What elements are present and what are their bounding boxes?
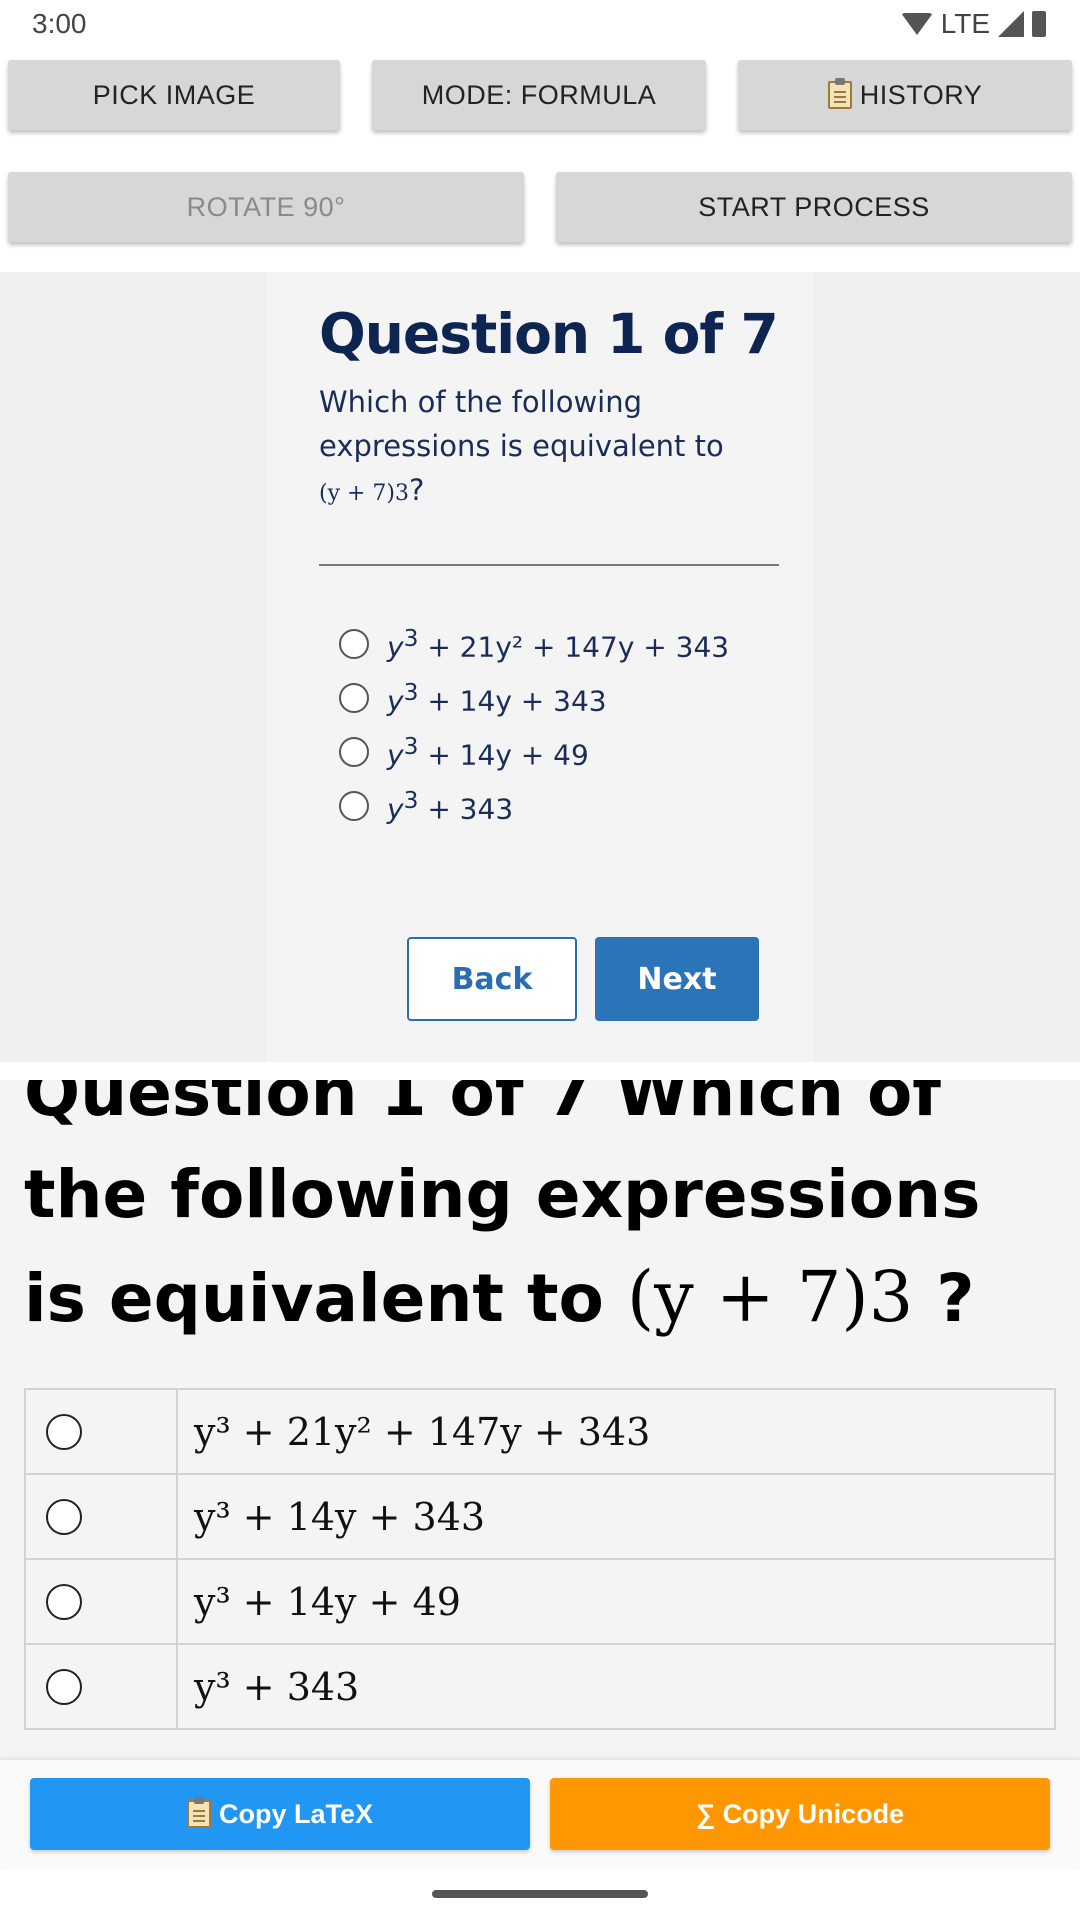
question-expression: (y + 7)3 bbox=[319, 481, 410, 506]
back-button[interactable]: Back bbox=[407, 937, 577, 1021]
rotate-button[interactable]: ROTATE 90° bbox=[8, 172, 524, 242]
network-type: LTE bbox=[940, 8, 990, 39]
table-row[interactable]: y³ + 14y + 49 bbox=[24, 1558, 1056, 1645]
result-expression: (y + 7)3 bbox=[626, 1256, 914, 1338]
question-text-body: Which of the following expressions is eq… bbox=[319, 385, 724, 463]
question-title: Question 1 of 7 bbox=[319, 302, 779, 366]
option-base: y bbox=[387, 684, 404, 718]
option-base: y bbox=[387, 630, 404, 664]
radio-icon[interactable] bbox=[46, 1668, 82, 1705]
bottom-action-bar: Copy LaTeX ∑ Copy Unicode bbox=[0, 1760, 1080, 1870]
clipboard-icon bbox=[827, 78, 852, 109]
pick-image-label: PICK IMAGE bbox=[92, 79, 256, 110]
status-icons: LTE bbox=[900, 8, 1046, 40]
preview-option[interactable]: y3 + 14y + 343 bbox=[339, 678, 607, 717]
navigation-handle[interactable] bbox=[432, 1890, 648, 1898]
option-expression: y³ + 14y + 49 bbox=[176, 1558, 1056, 1645]
preview-option[interactable]: y3 + 14y + 49 bbox=[339, 732, 589, 771]
radio-icon[interactable] bbox=[339, 790, 369, 821]
option-base: y bbox=[387, 792, 404, 826]
option-exp: 3 bbox=[403, 624, 419, 652]
copy-unicode-button[interactable]: ∑ Copy Unicode bbox=[550, 1778, 1050, 1850]
question-divider bbox=[319, 564, 779, 566]
wifi-icon bbox=[900, 13, 933, 35]
option-expression: y³ + 343 bbox=[176, 1643, 1056, 1730]
copy-unicode-label: ∑ Copy Unicode bbox=[695, 1798, 905, 1829]
table-row[interactable]: y³ + 343 bbox=[24, 1643, 1056, 1730]
preview-card: Question 1 of 7 Which of the following e… bbox=[267, 272, 813, 1062]
clipboard-icon bbox=[186, 1797, 211, 1828]
result-options-table: y³ + 21y² + 147y + 343 y³ + 14y + 343 y³… bbox=[24, 1388, 1056, 1730]
preview-option[interactable]: y3 + 21y² + 147y + 343 bbox=[339, 624, 729, 663]
copy-latex-button[interactable]: Copy LaTeX bbox=[30, 1778, 530, 1850]
mode-label: MODE: FORMULA bbox=[421, 79, 657, 110]
pick-image-button[interactable]: PICK IMAGE bbox=[8, 60, 340, 130]
preview-option[interactable]: y3 + 343 bbox=[339, 786, 513, 825]
radio-icon[interactable] bbox=[46, 1498, 82, 1535]
start-process-button[interactable]: START PROCESS bbox=[556, 172, 1072, 242]
radio-icon[interactable] bbox=[46, 1583, 82, 1620]
mode-button[interactable]: MODE: FORMULA bbox=[372, 60, 706, 130]
next-button[interactable]: Next bbox=[595, 937, 759, 1021]
option-text: y3 + 21y² + 147y + 343 bbox=[387, 624, 729, 663]
radio-cell bbox=[24, 1643, 178, 1730]
radio-cell bbox=[24, 1473, 178, 1560]
option-exp: 3 bbox=[403, 732, 419, 760]
signal-icon bbox=[998, 11, 1024, 37]
question-text: Which of the following expressions is eq… bbox=[319, 380, 759, 516]
option-text: y3 + 14y + 49 bbox=[387, 732, 589, 771]
question-mark: ? bbox=[409, 473, 425, 507]
status-time: 3:00 bbox=[32, 8, 87, 39]
table-row[interactable]: y³ + 21y² + 147y + 343 bbox=[24, 1388, 1056, 1475]
option-expression: y³ + 21y² + 147y + 343 bbox=[176, 1388, 1056, 1475]
recognition-result: Question 1 of 7 Which of the following e… bbox=[0, 1080, 1080, 1760]
result-text: Question 1 of 7 Which of the following e… bbox=[24, 1080, 1044, 1350]
radio-cell bbox=[24, 1388, 178, 1475]
radio-cell bbox=[24, 1558, 178, 1645]
option-exp: 3 bbox=[403, 678, 419, 706]
status-bar: 3:00 LTE bbox=[0, 0, 1080, 48]
option-rest: + 21y² + 147y + 343 bbox=[418, 630, 730, 664]
table-row[interactable]: y³ + 14y + 343 bbox=[24, 1473, 1056, 1560]
option-rest: + 14y + 49 bbox=[418, 738, 589, 772]
option-exp: 3 bbox=[403, 786, 419, 814]
option-rest: + 343 bbox=[418, 792, 514, 826]
radio-icon[interactable] bbox=[339, 628, 369, 659]
option-expression: y³ + 14y + 343 bbox=[176, 1473, 1056, 1560]
battery-icon bbox=[1032, 11, 1046, 37]
option-text: y3 + 343 bbox=[387, 786, 513, 825]
copy-latex-label: Copy LaTeX bbox=[218, 1798, 374, 1829]
image-preview: Question 1 of 7 Which of the following e… bbox=[0, 272, 1080, 1062]
option-text: y3 + 14y + 343 bbox=[387, 678, 607, 717]
history-button[interactable]: HISTORY bbox=[738, 60, 1072, 130]
rotate-label: ROTATE 90° bbox=[186, 191, 346, 222]
option-rest: + 14y + 343 bbox=[418, 684, 607, 718]
history-label: HISTORY bbox=[859, 79, 983, 110]
option-base: y bbox=[387, 738, 404, 772]
radio-icon[interactable] bbox=[339, 736, 369, 767]
result-question-mark: ? bbox=[913, 1260, 975, 1337]
radio-icon[interactable] bbox=[46, 1413, 82, 1450]
radio-icon[interactable] bbox=[339, 682, 369, 713]
start-process-label: START PROCESS bbox=[698, 191, 930, 222]
